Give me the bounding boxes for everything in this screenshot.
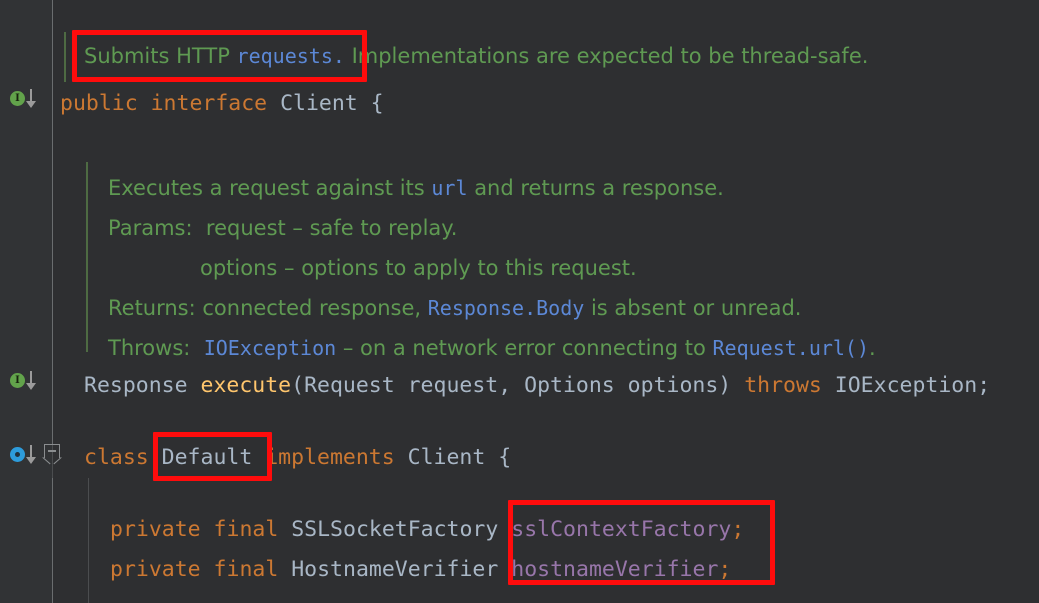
javadoc-code-ref: url [431, 176, 468, 200]
minus-icon [48, 450, 56, 452]
arrow-down-icon [26, 371, 36, 391]
javadoc-text: Executes a request against its [108, 176, 432, 200]
doc-params-request: Params: request – safe to replay. [108, 208, 457, 248]
code-token-typ: HostnameVerifier [291, 557, 512, 582]
arrow-down-icon [26, 445, 36, 465]
code-token-fld: sslContextFactory [511, 517, 732, 542]
javadoc-text: Throws: [108, 336, 204, 360]
javadoc-text: . [869, 336, 876, 360]
code-token-typ: Options options [524, 373, 719, 398]
interface-icon: I [10, 373, 25, 388]
code-token-pun: { [485, 445, 512, 470]
code-token-kw: private final [110, 517, 292, 542]
interface-implemented-marker[interactable]: I [8, 88, 42, 110]
javadoc-code-ref: Response.Body [427, 296, 585, 320]
code-token-pun: , [498, 373, 525, 398]
code-fold-collapse-marker[interactable] [44, 444, 62, 466]
method-implemented-marker[interactable]: I [8, 370, 42, 392]
line-field-sslcontextfactory[interactable]: private final SSLSocketFactory sslContex… [110, 508, 744, 552]
doc-throws: Throws: IOException – on a network error… [108, 328, 876, 368]
doc-params-options: options – options to apply to this reque… [200, 248, 637, 288]
fold-region-line [52, 478, 53, 603]
javadoc-code-ref: requests. [236, 44, 345, 68]
javadoc-code-ref: Request.url() [712, 336, 870, 360]
line-field-hostnameverifier[interactable]: private final HostnameVerifier hostnameV… [110, 548, 731, 592]
code-token-typ: Request request [304, 373, 499, 398]
code-token-typ: SSLSocketFactory [291, 517, 512, 542]
fold-region-line [52, 0, 53, 444]
code-token-typ: IOException [834, 373, 978, 398]
class-icon [10, 447, 25, 462]
javadoc-text: Params: request – safe to replay. [108, 216, 458, 240]
code-token-pun: { [357, 91, 384, 116]
code-token-kw: implements [265, 445, 408, 470]
javadoc-text: Returns: connected response, [108, 296, 428, 320]
doc-returns: Returns: connected response, Response.Bo… [108, 288, 801, 328]
javadoc-left-bar-exec [86, 162, 88, 352]
javadoc-code-ref: IOException [203, 336, 337, 360]
javadoc-left-bar-top [64, 32, 66, 82]
arrow-down-icon [26, 89, 36, 109]
code-token-pun: ( [291, 373, 305, 398]
code-token-kw: class [84, 445, 162, 470]
code-token-kw: private final [110, 557, 292, 582]
fold-shield-tip [44, 457, 60, 466]
code-token-typ: Client [407, 445, 486, 470]
code-token-typ: Client [280, 91, 358, 116]
code-token-pun: ; [977, 373, 991, 398]
code-token-typ: Default [161, 445, 266, 470]
interface-icon: I [10, 91, 25, 106]
line-execute-signature[interactable]: Response execute(Request request, Option… [84, 364, 990, 408]
code-token-pun: ) [718, 373, 745, 398]
code-token-fld: hostnameVerifier [511, 557, 719, 582]
javadoc-text: Submits HTTP [84, 44, 237, 68]
line-class-default[interactable]: class Default implements Client { [84, 436, 511, 480]
javadoc-text: and returns a response. [467, 176, 724, 200]
code-token-kw: public interface [60, 91, 281, 116]
code-editor[interactable]: I I Submits HTTP requests. Implementation… [0, 0, 1039, 603]
javadoc-text: options – options to apply to this reque… [200, 256, 637, 280]
code-token-semi: ; [731, 517, 745, 542]
doc-summary: Submits HTTP requests. Implementations a… [84, 36, 868, 76]
code-token-mth: execute [200, 373, 292, 398]
code-token-typ: Response [84, 373, 201, 398]
javadoc-text: – on a network error connecting to [336, 336, 713, 360]
indent-guide-class-body [88, 478, 89, 603]
code-token-semi: ; [718, 557, 732, 582]
class-subclassed-marker[interactable] [8, 444, 42, 466]
doc-execute-summary: Executes a request against its url and r… [108, 168, 724, 208]
javadoc-text: is absent or unread. [584, 296, 802, 320]
javadoc-text: Implementations are expected to be threa… [344, 44, 869, 68]
line-interface-client[interactable]: public interface Client { [60, 82, 384, 126]
code-token-kw: throws [744, 373, 835, 398]
